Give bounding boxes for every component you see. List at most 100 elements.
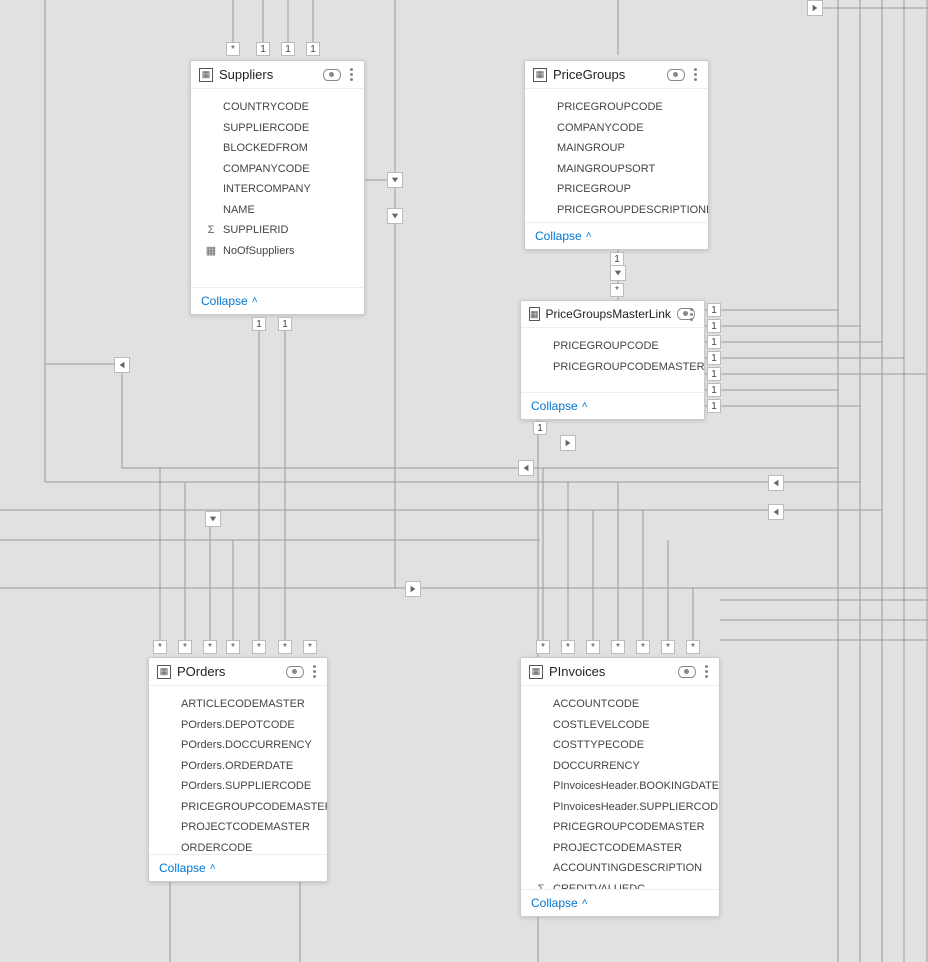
field-row[interactable]: PRICEGROUP	[539, 179, 708, 200]
field-row[interactable]: ARTICLECODEMASTER	[163, 694, 327, 715]
table-header[interactable]: ▦ PriceGroupsMasterLink	[521, 301, 704, 328]
field-row[interactable]: PRICEGROUPCODE	[539, 97, 708, 118]
visibility-icon[interactable]	[678, 666, 696, 678]
collapse-button[interactable]: Collapse ˄	[201, 294, 258, 308]
cardinality-one: 1	[610, 252, 624, 266]
cardinality-many: *	[178, 640, 192, 654]
field-row[interactable]: PInvoicesHeader.SUPPLIERCODE	[535, 797, 719, 818]
field-row[interactable]: PInvoicesHeader.BOOKINGDATE	[535, 776, 719, 797]
table-suppliers[interactable]: ▦ Suppliers COUNTRYCODE SUPPLIERCODEBLOCK…	[190, 60, 365, 315]
field-row[interactable]: COSTLEVELCODE	[535, 715, 719, 736]
visibility-icon[interactable]	[286, 666, 304, 678]
field-row[interactable]: COUNTRYCODE	[205, 97, 350, 118]
field-row[interactable]: MAINGROUPSORT	[539, 159, 708, 180]
cardinality-many: *	[536, 640, 550, 654]
visibility-icon[interactable]	[667, 69, 685, 81]
cardinality-one: 1	[278, 317, 292, 331]
chevron-up-icon: ˄	[582, 897, 588, 908]
field-row[interactable]: PRICEGROUPDESCRIPTIONEN	[539, 200, 708, 221]
more-options-icon[interactable]	[347, 68, 356, 81]
field-label: PRICEGROUPCODEMASTER	[553, 819, 705, 836]
field-row[interactable]: SUPPLIERCODE	[205, 118, 350, 139]
cardinality-many: *	[636, 640, 650, 654]
table-header[interactable]: ▦ PriceGroups	[525, 61, 708, 89]
filter-direction-right-icon	[405, 581, 421, 597]
collapse-button[interactable]: Collapse ˄	[531, 896, 588, 910]
more-options-icon[interactable]	[691, 68, 700, 81]
field-label: CREDITVALUEDC	[553, 881, 645, 890]
cardinality-many: *	[252, 640, 266, 654]
field-label: SUPPLIERCODE	[223, 120, 309, 137]
table-pricegroups[interactable]: ▦ PriceGroups PRICEGROUPCODECOMPANYCODEM…	[524, 60, 709, 250]
field-row[interactable]: DOCCURRENCY	[535, 756, 719, 777]
chevron-up-icon: ˄	[210, 862, 216, 873]
collapse-label: Collapse	[531, 399, 578, 413]
field-label: PRICEGROUPCODEMASTER	[553, 359, 704, 376]
table-pinvoices[interactable]: ▦ PInvoices ACCOUNTCODE COSTLEVELCODE COST…	[520, 657, 720, 917]
field-label: COMPANYCODE	[223, 161, 310, 178]
field-row[interactable]: POrders.DEPOTCODE	[163, 715, 327, 736]
cardinality-many: *	[226, 42, 240, 56]
filter-direction-down-icon	[387, 208, 403, 224]
collapse-button[interactable]: Collapse ˄	[531, 399, 588, 413]
filter-direction-right-icon	[560, 435, 576, 451]
visibility-icon[interactable]	[677, 308, 681, 320]
field-label: PInvoicesHeader.SUPPLIERCODE	[553, 799, 719, 816]
field-row[interactable]: ΣSUPPLIERID	[205, 220, 350, 241]
field-row[interactable]: PRICEGROUPCODEMASTER	[535, 357, 704, 378]
cardinality-many: *	[611, 640, 625, 654]
field-label: MAINGROUPSORT	[557, 161, 655, 178]
field-row[interactable]: PROJECTCODEMASTER	[535, 838, 719, 859]
field-row[interactable]: POrders.SUPPLIERCODE	[163, 776, 327, 797]
table-title: POrders	[177, 664, 280, 679]
field-label: ORDERCODE	[181, 840, 253, 855]
field-row[interactable]: Σ CREDITVALUEDC	[535, 879, 719, 890]
field-label: COSTLEVELCODE	[553, 717, 650, 734]
cardinality-many: *	[686, 640, 700, 654]
field-row[interactable]: PRICEGROUPID	[539, 220, 708, 222]
more-options-icon[interactable]	[702, 665, 711, 678]
sigma-icon: Σ	[535, 881, 547, 890]
table-porders[interactable]: ▦ POrders ARTICLECODEMASTER POrders.DEPOT…	[148, 657, 328, 882]
table-header[interactable]: ▦ PInvoices	[521, 658, 719, 686]
visibility-icon[interactable]	[323, 69, 341, 81]
field-row[interactable]: PRICEGROUPCODEMASTER	[163, 797, 327, 818]
field-row[interactable]: ACCOUNTINGDESCRIPTION	[535, 858, 719, 879]
filter-direction-right-icon	[807, 0, 823, 16]
table-icon: ▦	[529, 307, 540, 321]
field-row[interactable]: BLOCKEDFROM	[205, 138, 350, 159]
field-label: COSTTYPECODE	[553, 737, 644, 754]
field-label: COMPANYCODE	[557, 120, 644, 137]
cardinality-one: 1	[707, 303, 721, 317]
field-row[interactable]: MAINGROUP	[539, 138, 708, 159]
table-pricegroupsmasterlink[interactable]: ▦ PriceGroupsMasterLink PRICEGROUPCODE PR…	[520, 300, 705, 420]
field-row[interactable]: COSTTYPECODE	[535, 735, 719, 756]
table-icon: ▦	[157, 665, 171, 679]
field-row[interactable]: PROJECTCODEMASTER	[163, 817, 327, 838]
filter-direction-down-icon	[205, 511, 221, 527]
field-row[interactable]: PRICEGROUPCODE	[535, 336, 704, 357]
field-row[interactable]: POrders.ORDERDATE	[163, 756, 327, 777]
field-row[interactable]: COMPANYCODE	[205, 159, 350, 180]
field-row[interactable]: ▦NoOfSuppliers	[205, 241, 350, 262]
field-row[interactable]: PRICEGROUPCODEMASTER	[535, 817, 719, 838]
collapse-button[interactable]: Collapse ˄	[159, 861, 216, 875]
filter-direction-left-icon	[114, 357, 130, 373]
more-options-icon[interactable]	[310, 665, 319, 678]
field-row[interactable]: ACCOUNTCODE	[535, 694, 719, 715]
cardinality-one: 1	[707, 351, 721, 365]
table-header[interactable]: ▦ POrders	[149, 658, 327, 686]
table-header[interactable]: ▦ Suppliers	[191, 61, 364, 89]
field-label: INTERCOMPANY	[223, 181, 311, 198]
field-label: POrders.DEPOTCODE	[181, 717, 295, 734]
collapse-button[interactable]: Collapse ˄	[535, 229, 592, 243]
field-row[interactable]: POrders.DOCCURRENCY	[163, 735, 327, 756]
cardinality-one: 1	[707, 399, 721, 413]
field-label: POrders.DOCCURRENCY	[181, 737, 312, 754]
field-row[interactable]: COMPANYCODE	[539, 118, 708, 139]
field-label: SUPPLIERID	[223, 222, 288, 239]
field-row[interactable]: ORDERCODE	[163, 838, 327, 855]
field-label: PRICEGROUPCODEMASTER	[181, 799, 327, 816]
field-row[interactable]: NAME	[205, 200, 350, 221]
field-row[interactable]: INTERCOMPANY	[205, 179, 350, 200]
